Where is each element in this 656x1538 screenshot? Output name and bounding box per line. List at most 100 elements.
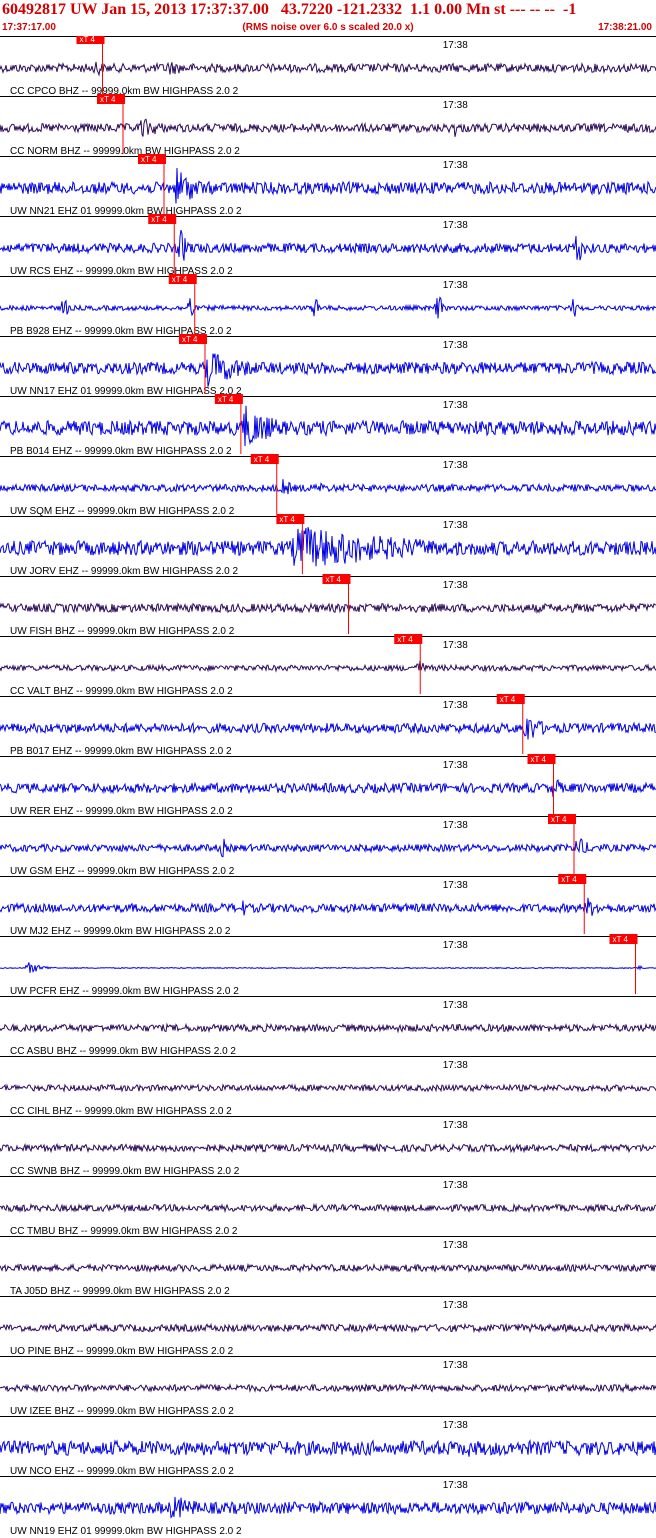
station-label: UW NN17 EHZ 01 99999.0km BW HIGHPASS 2.0… (10, 386, 242, 397)
station-label: CC TMBU BHZ -- 99999.0km BW HIGHPASS 2.0… (10, 1226, 238, 1237)
minute-tick-label: 17:38 (443, 1240, 468, 1251)
waveform (0, 118, 656, 137)
trace-row: 17:38 CC VALT BHZ -- 99999.0km BW HIGHPAS… (0, 634, 656, 697)
minute-tick-label: 17:38 (443, 1000, 468, 1011)
station-label: UW RER EHZ -- 99999.0km BW HIGHPASS 2.0 … (10, 806, 233, 817)
station-label: UW IZEE BHZ -- 99999.0km BW HIGHPASS 2.0… (10, 1406, 234, 1417)
pick-label: xT 4 (218, 395, 234, 404)
station-label: PB B017 EHZ -- 99999.0km BW HIGHPASS 2.0… (10, 746, 232, 757)
pick-label: xT 4 (254, 455, 270, 464)
minute-tick-label: 17:38 (443, 280, 468, 291)
minute-tick-label: 17:38 (443, 1300, 468, 1311)
trace-row: 17:38 UO PINE BHZ -- 99999.0km BW HIGHPAS… (0, 1296, 656, 1357)
waveform (0, 1262, 656, 1274)
minute-tick-label: 17:38 (443, 1060, 468, 1071)
waveform (0, 602, 656, 615)
station-label: UW PCFR EHZ -- 99999.0km BW HIGHPASS 2.0… (10, 986, 239, 997)
trace-row: 17:38 CC NORM BHZ -- 99999.0km BW HIGHPAS… (0, 94, 656, 157)
pick-label: xT 4 (172, 275, 188, 284)
trace-row: 17:38PB B928 EHZ -- 99999.0km BW HIGHPAS… (0, 274, 656, 337)
station-label: CC NORM BHZ -- 99999.0km BW HIGHPASS 2.0… (10, 146, 240, 157)
pick-label: xT 4 (100, 95, 116, 104)
minute-tick-label: 17:38 (443, 1420, 468, 1431)
station-label: CC VALT BHZ -- 99999.0km BW HIGHPASS 2.0… (10, 686, 233, 697)
pick-label: xT 4 (500, 695, 516, 704)
minute-tick-label: 17:38 (443, 220, 468, 231)
station-label: CC ASBU BHZ -- 99999.0km BW HIGHPASS 2.0… (10, 1046, 236, 1057)
minute-tick-label: 17:38 (443, 640, 468, 651)
minute-tick-label: 17:38 (443, 40, 468, 51)
minute-tick-label: 17:38 (443, 100, 468, 111)
trace-row: 17:38 CC TMBU BHZ -- 99999.0km BW HIGHPAS… (0, 1176, 656, 1237)
waveform (0, 296, 656, 319)
trace-row: 17:38 CC ASBU BHZ -- 99999.0km BW HIGHPAS… (0, 996, 656, 1057)
waveform (0, 353, 656, 387)
trace-row: 17:38 UW IZEE BHZ -- 99999.0km BW HIGHPAS… (0, 1356, 656, 1417)
minute-tick-label: 17:38 (443, 460, 468, 471)
page-title: 60492817 UW Jan 15, 2013 17:37:37.00 43.… (2, 1, 577, 18)
trace-row: 17:38 UW NCO EHZ -- 99999.0km BW HIGHPASS… (0, 1416, 656, 1477)
trace-row: 17:38 UW NN17 EHZ 01 99999.0km BW HIGHPAS… (0, 334, 656, 397)
waveform (0, 1202, 656, 1214)
end-time: 17:38:21.00 (598, 22, 652, 33)
minute-tick-label: 17:38 (443, 160, 468, 171)
pick-label: xT 4 (397, 635, 413, 644)
header: 60492817 UW Jan 15, 2013 17:37:37.00 43.… (0, 0, 656, 36)
station-label: UW JORV EHZ -- 99999.0km BW HIGHPASS 2.0… (10, 566, 238, 577)
waveform (0, 1496, 656, 1519)
waveform (0, 1022, 656, 1034)
station-label: PB B014 EHZ -- 99999.0km BW HIGHPASS 2.0… (10, 446, 232, 457)
pick-label: xT 4 (561, 875, 577, 884)
pick-label: xT 4 (182, 335, 198, 344)
pick-label: xT 4 (151, 215, 167, 224)
waveform (0, 1142, 656, 1154)
pick-label: xT 4 (551, 815, 567, 824)
trace-row: 17:38 PB B017 EHZ -- 99999.0km BW HIGHPAS… (0, 694, 656, 757)
waveform (0, 1382, 656, 1394)
pick-label: xT 4 (279, 515, 295, 524)
minute-tick-label: 17:38 (443, 520, 468, 531)
trace-row: 17:38 UW NN21 EHZ 01 99999.0km BW HIGHPAS… (0, 154, 656, 217)
trace-row: 17:38 CC CIHL BHZ -- 99999.0km BW HIGHPAS… (0, 1056, 656, 1117)
waveform (0, 838, 656, 858)
trace-row: 17:38 UW JORV EHZ -- 99999.0km BW HIGHPAS… (0, 514, 656, 577)
minute-tick-label: 17:38 (443, 580, 468, 591)
minute-tick-label: 17:38 (443, 1360, 468, 1371)
station-label: UW NN19 EHZ 01 99999.0km BW HIGHPASS 2.0… (10, 1526, 242, 1537)
station-label: CC CIHL BHZ -- 99999.0km BW HIGHPASS 2.0… (10, 1106, 232, 1117)
trace-row: 17:38 TA J05D BHZ -- 99999.0km BW HIGHPAS… (0, 1236, 656, 1297)
waveform (0, 660, 656, 673)
station-label: UW RCS EHZ -- 99999.0km BW HIGHPASS 2.0 … (10, 266, 233, 277)
trace-row: 17:38 UW RCS EHZ -- 99999.0km BW HIGHPASS… (0, 214, 656, 277)
waveform (0, 962, 656, 973)
trace-row: 17:38 UW SQM EHZ -- 99999.0km BW HIGHPASS… (0, 454, 656, 517)
station-label: UW MJ2 EHZ -- 99999.0km BW HIGHPASS 2.0 … (10, 926, 231, 937)
minute-tick-label: 17:38 (443, 400, 468, 411)
trace-row: 17:38CC CPCO BHZ -- 99999.0km BW HIGHPAS… (0, 36, 656, 97)
trace-row: 17:38 CC SWNB BHZ -- 99999.0km BW HIGHPAS… (0, 1116, 656, 1177)
pick-label: xT 4 (326, 575, 342, 584)
waveform (0, 718, 656, 740)
station-label: UW FISH BHZ -- 99999.0km BW HIGHPASS 2.0… (10, 626, 235, 637)
minute-tick-label: 17:38 (443, 1120, 468, 1131)
minute-tick-label: 17:38 (443, 700, 468, 711)
pick-label: xT 4 (613, 935, 629, 944)
waveform (0, 1322, 656, 1334)
station-label: TA J05D BHZ -- 99999.0km BW HIGHPASS 2.0… (10, 1286, 230, 1297)
station-label: UW NN21 EHZ 01 99999.0km BW HIGHPASS 2.0… (10, 206, 242, 217)
minute-tick-label: 17:38 (443, 1180, 468, 1191)
seismogram-plot: 17:38CC CPCO BHZ -- 99999.0km BW HIGHPAS… (0, 36, 656, 1537)
waveform (0, 1083, 656, 1093)
minute-tick-label: 17:38 (443, 340, 468, 351)
minute-tick-label: 17:38 (443, 1480, 468, 1491)
minute-tick-label: 17:38 (443, 760, 468, 771)
pick-label: xT 4 (80, 36, 96, 44)
minute-tick-label: 17:38 (443, 820, 468, 831)
trace-row: 17:38 UW PCFR EHZ -- 99999.0km BW HIGHPAS… (0, 934, 656, 997)
waveform (0, 479, 656, 495)
waveform (0, 167, 656, 204)
station-label: CC SWNB BHZ -- 99999.0km BW HIGHPASS 2.0… (10, 1166, 240, 1177)
station-label: UW GSM EHZ -- 99999.0km BW HIGHPASS 2.0 … (10, 866, 235, 877)
station-label: UW SQM EHZ -- 99999.0km BW HIGHPASS 2.0 … (10, 506, 235, 517)
trace-row: 17:38 UW FISH BHZ -- 99999.0km BW HIGHPAS… (0, 574, 656, 637)
